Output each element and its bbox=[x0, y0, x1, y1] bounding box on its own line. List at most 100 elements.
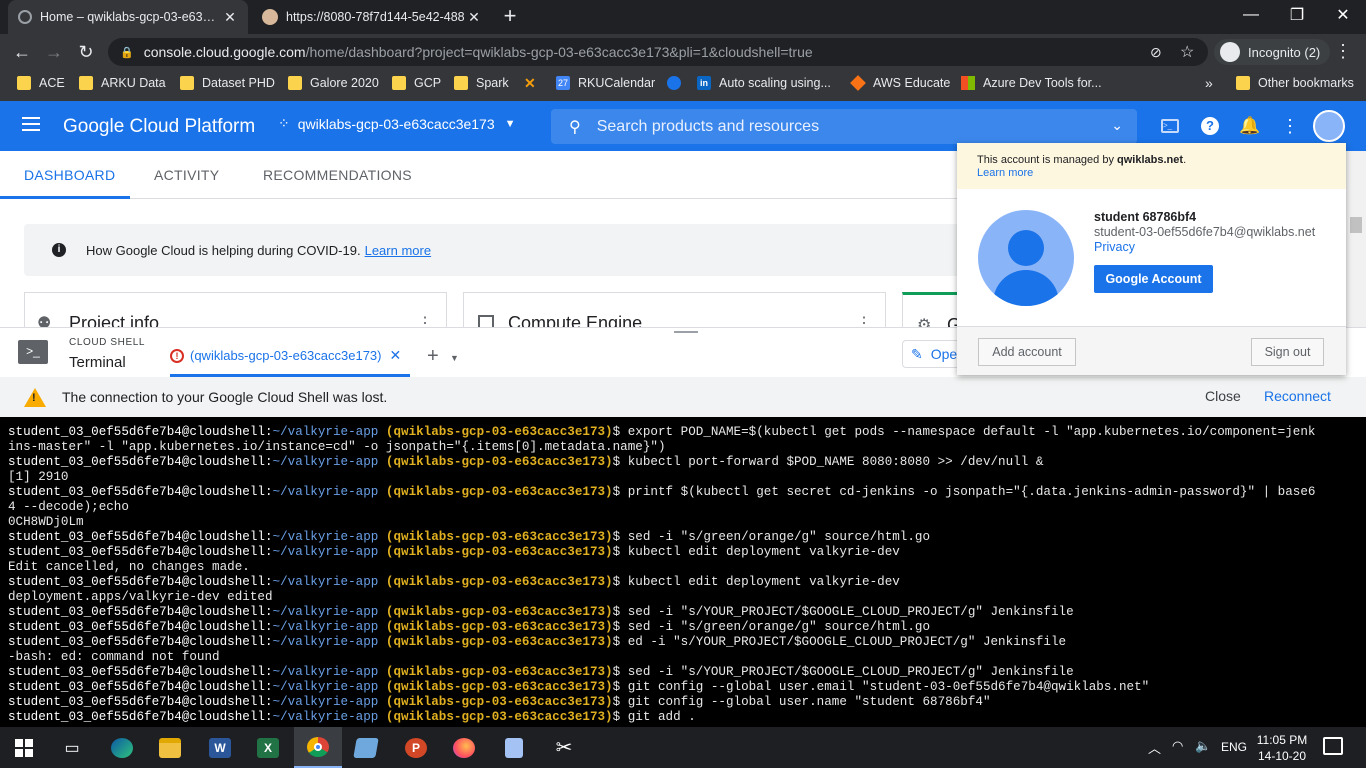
resize-handle[interactable] bbox=[674, 331, 698, 334]
close-tab-icon[interactable]: ✕ bbox=[466, 9, 482, 26]
notepad-icon[interactable] bbox=[342, 727, 390, 768]
browser-tab-jenkins[interactable]: https://8080-78f7d144-5e42-488 ✕ bbox=[252, 0, 492, 34]
search-expand-icon[interactable]: ⌄ bbox=[1111, 117, 1123, 134]
powerpoint-icon[interactable]: P bbox=[392, 727, 440, 768]
terminal-output[interactable]: student_03_0ef55d6fe7b4@cloudshell:~/val… bbox=[0, 417, 1366, 727]
wifi-icon[interactable]: ◠ bbox=[1172, 738, 1183, 754]
new-session-icon[interactable]: + bbox=[427, 346, 439, 366]
tracking-blocked-icon[interactable]: ⊘ bbox=[1150, 44, 1162, 61]
account-avatar[interactable] bbox=[1313, 110, 1345, 142]
windows-start-icon[interactable] bbox=[0, 727, 48, 768]
bookmark-label: GCP bbox=[414, 76, 442, 90]
notes-icon[interactable] bbox=[490, 727, 538, 768]
notification-center-icon[interactable] bbox=[1323, 737, 1343, 755]
file-explorer-icon[interactable] bbox=[146, 727, 194, 768]
command-text: $ git add . bbox=[612, 710, 696, 724]
browser-tab-active[interactable]: Home – qwiklabs-gcp-03-e63… ✕ bbox=[8, 0, 248, 34]
volume-icon[interactable]: 🔈 bbox=[1195, 738, 1211, 754]
notifications-bell-icon[interactable]: 🔔 bbox=[1238, 114, 1262, 138]
command-text: $ sed -i "s/YOUR_PROJECT/$GOOGLE_CLOUD_P… bbox=[612, 605, 1074, 619]
word-icon[interactable]: W bbox=[196, 727, 244, 768]
google-account-button[interactable]: Google Account bbox=[1094, 265, 1213, 293]
tab-activity[interactable]: ACTIVITY bbox=[154, 151, 219, 199]
search-input[interactable]: Search products and resources bbox=[597, 118, 819, 136]
bookmark-spark[interactable]: Spark bbox=[454, 76, 509, 90]
more-vert-icon[interactable]: ⋮ bbox=[1278, 114, 1302, 138]
privacy-link[interactable]: Privacy bbox=[1094, 240, 1135, 254]
terminal-line: student_03_0ef55d6fe7b4@cloudshell:~/val… bbox=[8, 485, 1366, 500]
bookmark-x[interactable]: ✕ bbox=[524, 76, 546, 90]
open-editor-button[interactable]: ✎ Ope bbox=[902, 340, 958, 368]
language-indicator[interactable]: ENG bbox=[1221, 740, 1247, 754]
bookmark-other[interactable]: Other bookmarks bbox=[1236, 76, 1354, 90]
prompt-project: (qwiklabs-gcp-03-e63cacc3e173) bbox=[385, 620, 613, 634]
account-email: student-03-0ef55d6fe7b4@qwiklabs.net bbox=[1094, 225, 1316, 239]
scrollbar-thumb[interactable] bbox=[1350, 217, 1362, 233]
project-selector[interactable]: ⁘ qwiklabs-gcp-03-e63cacc3e173 ▼ bbox=[278, 115, 516, 132]
snipping-tool-icon[interactable]: ✂ bbox=[540, 727, 588, 768]
forward-icon[interactable]: → bbox=[40, 38, 68, 66]
task-view-icon[interactable]: ▭ bbox=[48, 727, 96, 768]
terminal-line: student_03_0ef55d6fe7b4@cloudshell:~/val… bbox=[8, 695, 1366, 710]
gcp-logo[interactable]: Google Cloud Platform bbox=[63, 116, 255, 138]
reconnect-button[interactable]: Reconnect bbox=[1264, 388, 1331, 404]
bookmark-star-icon[interactable]: ☆ bbox=[1180, 42, 1194, 62]
bookmark-label: Azure Dev Tools for... bbox=[983, 76, 1102, 90]
firefox-icon[interactable] bbox=[440, 727, 488, 768]
minimize-icon[interactable]: — bbox=[1228, 0, 1274, 30]
shell-session-tab[interactable]: ! (qwiklabs-gcp-03-e63cacc3e173) ✕ bbox=[170, 347, 401, 364]
bookmark-arku-data[interactable]: ARKU Data bbox=[79, 76, 166, 90]
back-icon[interactable]: ← bbox=[8, 38, 36, 66]
bookmark-gcp[interactable]: GCP bbox=[392, 76, 441, 90]
taskbar-clock[interactable]: 11:05 PM 14-10-20 bbox=[1250, 732, 1314, 764]
covid-learn-more-link[interactable]: Learn more bbox=[365, 243, 431, 258]
connection-lost-bar: ! The connection to your Google Cloud Sh… bbox=[0, 377, 1366, 417]
bookmark-azure-dev-tools[interactable]: Azure Dev Tools for... bbox=[961, 76, 1102, 90]
prompt-project: (qwiklabs-gcp-03-e63cacc3e173) bbox=[385, 425, 613, 439]
bookmark-label: Dataset PHD bbox=[202, 76, 275, 90]
terminal-line: student_03_0ef55d6fe7b4@cloudshell:~/val… bbox=[8, 665, 1366, 680]
account-photo-icon[interactable] bbox=[978, 210, 1074, 306]
page-scrollbar[interactable] bbox=[1346, 151, 1366, 327]
window-close-icon[interactable]: ✕ bbox=[1320, 0, 1366, 30]
bookmarks-overflow-icon[interactable]: » bbox=[1205, 75, 1213, 91]
account-popup: This account is managed by qwiklabs.net.… bbox=[957, 143, 1346, 375]
cloud-shell-icon[interactable]: >_ bbox=[1158, 114, 1182, 138]
close-session-icon[interactable]: ✕ bbox=[390, 347, 402, 364]
close-tab-icon[interactable]: ✕ bbox=[222, 9, 238, 26]
pencil-icon: ✎ bbox=[911, 345, 923, 362]
add-account-button[interactable]: Add account bbox=[978, 338, 1076, 366]
edge-icon[interactable] bbox=[98, 727, 146, 768]
bookmark-dataset-phd[interactable]: Dataset PHD bbox=[180, 76, 275, 90]
excel-icon[interactable]: X bbox=[244, 727, 292, 768]
folder-icon bbox=[17, 76, 31, 90]
bookmark-otm[interactable] bbox=[667, 76, 689, 90]
tab-dashboard[interactable]: DASHBOARD bbox=[24, 151, 115, 199]
folder-icon bbox=[288, 76, 302, 90]
address-bar[interactable]: 🔒 console.cloud.google.com/home/dashboar… bbox=[108, 38, 1208, 66]
bookmark-auto-scaling[interactable]: in Auto scaling using... bbox=[697, 76, 831, 90]
hamburger-menu-icon[interactable] bbox=[22, 117, 40, 131]
project-name: qwiklabs-gcp-03-e63cacc3e173 bbox=[297, 115, 495, 132]
incognito-badge[interactable]: Incognito (2) bbox=[1214, 39, 1331, 65]
sign-out-button[interactable]: Sign out bbox=[1251, 338, 1324, 366]
show-hidden-icons[interactable]: ︿ bbox=[1148, 738, 1161, 757]
prompt-project: (qwiklabs-gcp-03-e63cacc3e173) bbox=[385, 545, 613, 559]
help-icon[interactable]: ? bbox=[1198, 114, 1222, 138]
session-dropdown-icon[interactable]: ▼ bbox=[450, 353, 459, 363]
bookmark-ace[interactable]: ACE bbox=[17, 76, 65, 90]
close-button[interactable]: Close bbox=[1205, 388, 1241, 404]
learn-more-link[interactable]: Learn more bbox=[977, 167, 1033, 179]
restore-icon[interactable]: ❐ bbox=[1274, 0, 1320, 30]
chrome-menu-icon[interactable]: ⋮ bbox=[1334, 42, 1352, 60]
new-tab-icon[interactable]: + bbox=[498, 5, 522, 29]
bookmark-label: Spark bbox=[476, 76, 509, 90]
session-tab-label: (qwiklabs-gcp-03-e63cacc3e173) bbox=[190, 348, 382, 363]
bookmark-rkucalendar[interactable]: 27 RKUCalendar bbox=[556, 76, 655, 90]
tab-recommendations[interactable]: RECOMMENDATIONS bbox=[263, 151, 412, 199]
reload-icon[interactable]: ↻ bbox=[72, 38, 100, 66]
search-bar[interactable]: ⚲ Search products and resources ⌄ bbox=[551, 109, 1137, 144]
bookmark-galore-2020[interactable]: Galore 2020 bbox=[288, 76, 379, 90]
bookmark-aws-educate[interactable]: AWS Educate bbox=[850, 75, 950, 91]
chrome-icon[interactable] bbox=[294, 727, 342, 768]
